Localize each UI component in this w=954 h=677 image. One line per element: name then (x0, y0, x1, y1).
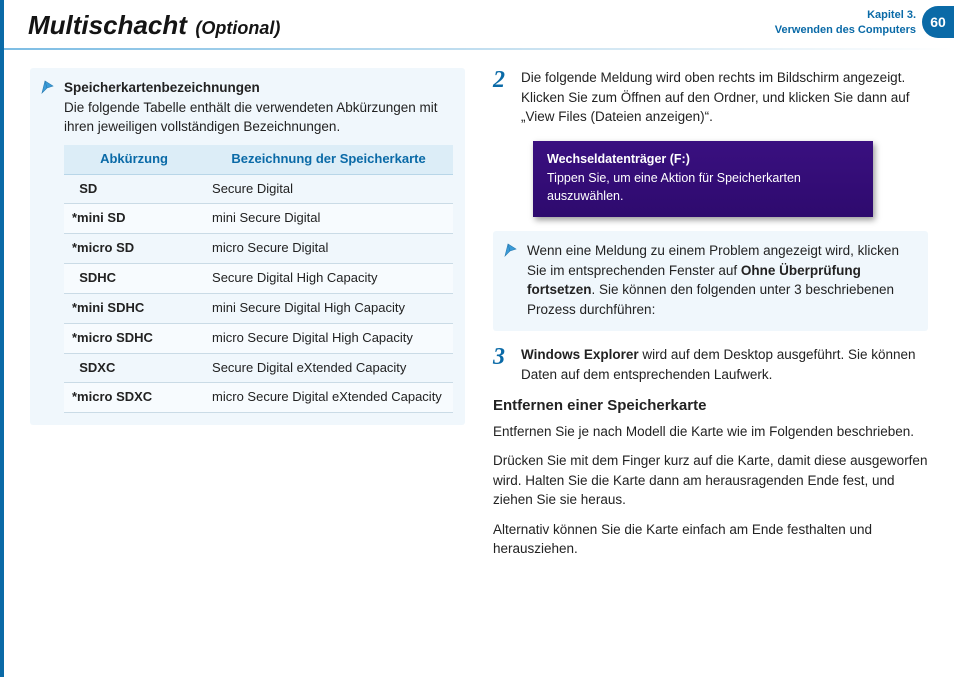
step-2: 2 Die folgende Meldung wird oben rechts … (493, 68, 928, 127)
page-number-badge: 60 (922, 6, 954, 38)
table-row: *micro SDXCmicro Secure Digital eXtended… (64, 383, 453, 413)
step-number-2: 2 (493, 68, 511, 127)
notification-body: Tippen Sie, um eine Aktion für Speicherk… (547, 170, 859, 205)
removable-drive-notification: Wechseldatenträger (F:) Tippen Sie, um e… (533, 141, 873, 218)
right-column: 2 Die folgende Meldung wird oben rechts … (493, 68, 928, 569)
step-2-body: Die folgende Meldung wird oben rechts im… (521, 68, 928, 127)
step-3: 3 Windows Explorer wird auf dem Desktop … (493, 345, 928, 384)
table-cell-abbr: *micro SDHC (64, 323, 204, 353)
memory-card-note: Speicherkartenbezeichnungen Die folgende… (30, 68, 465, 425)
page-subtitle: (Optional) (195, 18, 280, 38)
chapter-label: Kapitel 3. Verwenden des Computers (775, 8, 916, 38)
step-number-3: 3 (493, 345, 511, 384)
note-content: Speicherkartenbezeichnungen Die folgende… (42, 78, 453, 413)
table-body: SDSecure Digital*mini SDmini Secure Digi… (64, 174, 453, 413)
table-cell-abbr: SDXC (64, 353, 204, 383)
table-cell-full: Secure Digital (204, 174, 453, 204)
header-divider (4, 48, 954, 50)
table-cell-full: micro Secure Digital eXtended Capacity (204, 383, 453, 413)
table-cell-abbr: SDHC (64, 264, 204, 294)
chapter-line1: Kapitel 3. (775, 8, 916, 23)
table-header-full: Bezeichnung der Speicherkarte (204, 145, 453, 174)
table-cell-abbr: *micro SD (64, 234, 204, 264)
notification-title: Wechseldatenträger (F:) (547, 151, 859, 169)
table-cell-abbr: *micro SDXC (64, 383, 204, 413)
table-cell-abbr: *mini SD (64, 204, 204, 234)
remove-card-heading: Entfernen einer Speicherkarte (493, 397, 928, 414)
table-cell-full: mini Secure Digital High Capacity (204, 293, 453, 323)
table-row: *micro SDHCmicro Secure Digital High Cap… (64, 323, 453, 353)
left-column: Speicherkartenbezeichnungen Die folgende… (30, 68, 465, 569)
page-title: Multischacht (28, 10, 187, 40)
table-cell-abbr: *mini SDHC (64, 293, 204, 323)
note-icon (40, 78, 58, 96)
document-page: Multischacht (Optional) Kapitel 3. Verwe… (0, 0, 954, 677)
table-cell-full: mini Secure Digital (204, 204, 453, 234)
step-3-bold: Windows Explorer (521, 347, 639, 362)
table-row: SDSecure Digital (64, 174, 453, 204)
header-right: Kapitel 3. Verwenden des Computers 60 (775, 6, 954, 38)
table-row: *micro SDmicro Secure Digital (64, 234, 453, 264)
step-3-body: Windows Explorer wird auf dem Desktop au… (521, 345, 928, 384)
table-row: SDXCSecure Digital eXtended Capacity (64, 353, 453, 383)
remove-para-2: Drücken Sie mit dem Finger kurz auf die … (493, 451, 928, 510)
table-row: *mini SDmini Secure Digital (64, 204, 453, 234)
table-cell-full: Secure Digital High Capacity (204, 264, 453, 294)
remove-para-3: Alternativ können Sie die Karte einfach … (493, 520, 928, 559)
table-row: *mini SDHCmini Secure Digital High Capac… (64, 293, 453, 323)
remove-para-1: Entfernen Sie je nach Modell die Karte w… (493, 422, 928, 442)
page-header: Multischacht (Optional) Kapitel 3. Verwe… (4, 0, 954, 48)
content-columns: Speicherkartenbezeichnungen Die folgende… (4, 68, 954, 569)
note-body: Die folgende Tabelle enthält die verwend… (64, 100, 438, 135)
table-cell-abbr: SD (64, 174, 204, 204)
chapter-line2: Verwenden des Computers (775, 23, 916, 38)
table-cell-full: micro Secure Digital High Capacity (204, 323, 453, 353)
note-icon (503, 241, 521, 259)
table-cell-full: micro Secure Digital (204, 234, 453, 264)
table-row: SDHCSecure Digital High Capacity (64, 264, 453, 294)
problem-note-content: Wenn eine Meldung zu einem Problem angez… (505, 241, 916, 319)
memory-card-table: Abkürzung Bezeichnung der Speicherkarte … (64, 145, 453, 414)
note-title: Speicherkartenbezeichnungen (64, 80, 260, 95)
table-cell-full: Secure Digital eXtended Capacity (204, 353, 453, 383)
table-header-abbr: Abkürzung (64, 145, 204, 174)
problem-note: Wenn eine Meldung zu einem Problem angez… (493, 231, 928, 331)
